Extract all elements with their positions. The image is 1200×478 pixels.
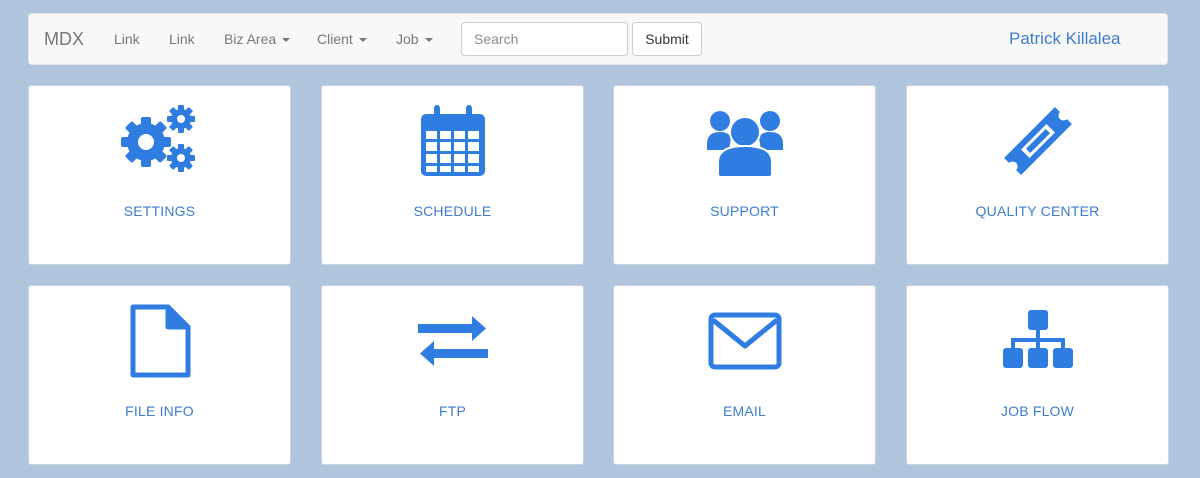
biz-area-dropdown[interactable]: Biz Area [224, 14, 291, 64]
tile-label: JOB FLOW [1000, 403, 1075, 419]
sitemap-icon [907, 304, 1168, 378]
client-dropdown[interactable]: Client [317, 14, 367, 64]
tile-ftp[interactable]: FTP [321, 285, 584, 465]
gears-icon [29, 104, 290, 178]
file-icon [29, 304, 290, 378]
job-dropdown[interactable]: Job [396, 14, 433, 64]
tile-label: SETTINGS [123, 203, 196, 219]
tile-label: SUPPORT [710, 203, 779, 219]
search-input[interactable] [461, 22, 628, 56]
nav-link-2[interactable]: Link [169, 14, 195, 64]
transfer-arrows-icon [322, 304, 583, 378]
client-label: Client [317, 31, 353, 47]
tile-label: EMAIL [722, 403, 766, 419]
job-label: Job [396, 31, 419, 47]
biz-area-label: Biz Area [224, 31, 277, 47]
calendar-icon [322, 104, 583, 178]
tile-support[interactable]: SUPPORT [613, 85, 876, 265]
tile-file-info[interactable]: FILE INFO [28, 285, 291, 465]
top-navbar: MDX Link Link Biz Area Client Job Submit… [28, 13, 1168, 65]
tile-quality-center[interactable]: QUALITY CENTER [906, 85, 1169, 265]
tile-label: QUALITY CENTER [975, 203, 1100, 219]
tile-label: FTP [438, 403, 467, 419]
caret-down-icon [424, 38, 433, 43]
submit-button[interactable]: Submit [632, 22, 702, 56]
tile-settings[interactable]: SETTINGS [28, 85, 291, 265]
nav-link-1[interactable]: Link [114, 14, 140, 64]
tile-schedule[interactable]: SCHEDULE [321, 85, 584, 265]
envelope-icon [614, 304, 875, 378]
user-name-link[interactable]: Patrick Killalea [1009, 14, 1121, 64]
caret-down-icon [282, 38, 291, 43]
brand-link[interactable]: MDX [44, 14, 84, 64]
ticket-icon [907, 104, 1168, 178]
tile-job-flow[interactable]: JOB FLOW [906, 285, 1169, 465]
caret-down-icon [358, 38, 367, 43]
tile-label: FILE INFO [125, 403, 194, 419]
users-icon [614, 104, 875, 178]
tile-email[interactable]: EMAIL [613, 285, 876, 465]
tile-label: SCHEDULE [413, 203, 492, 219]
